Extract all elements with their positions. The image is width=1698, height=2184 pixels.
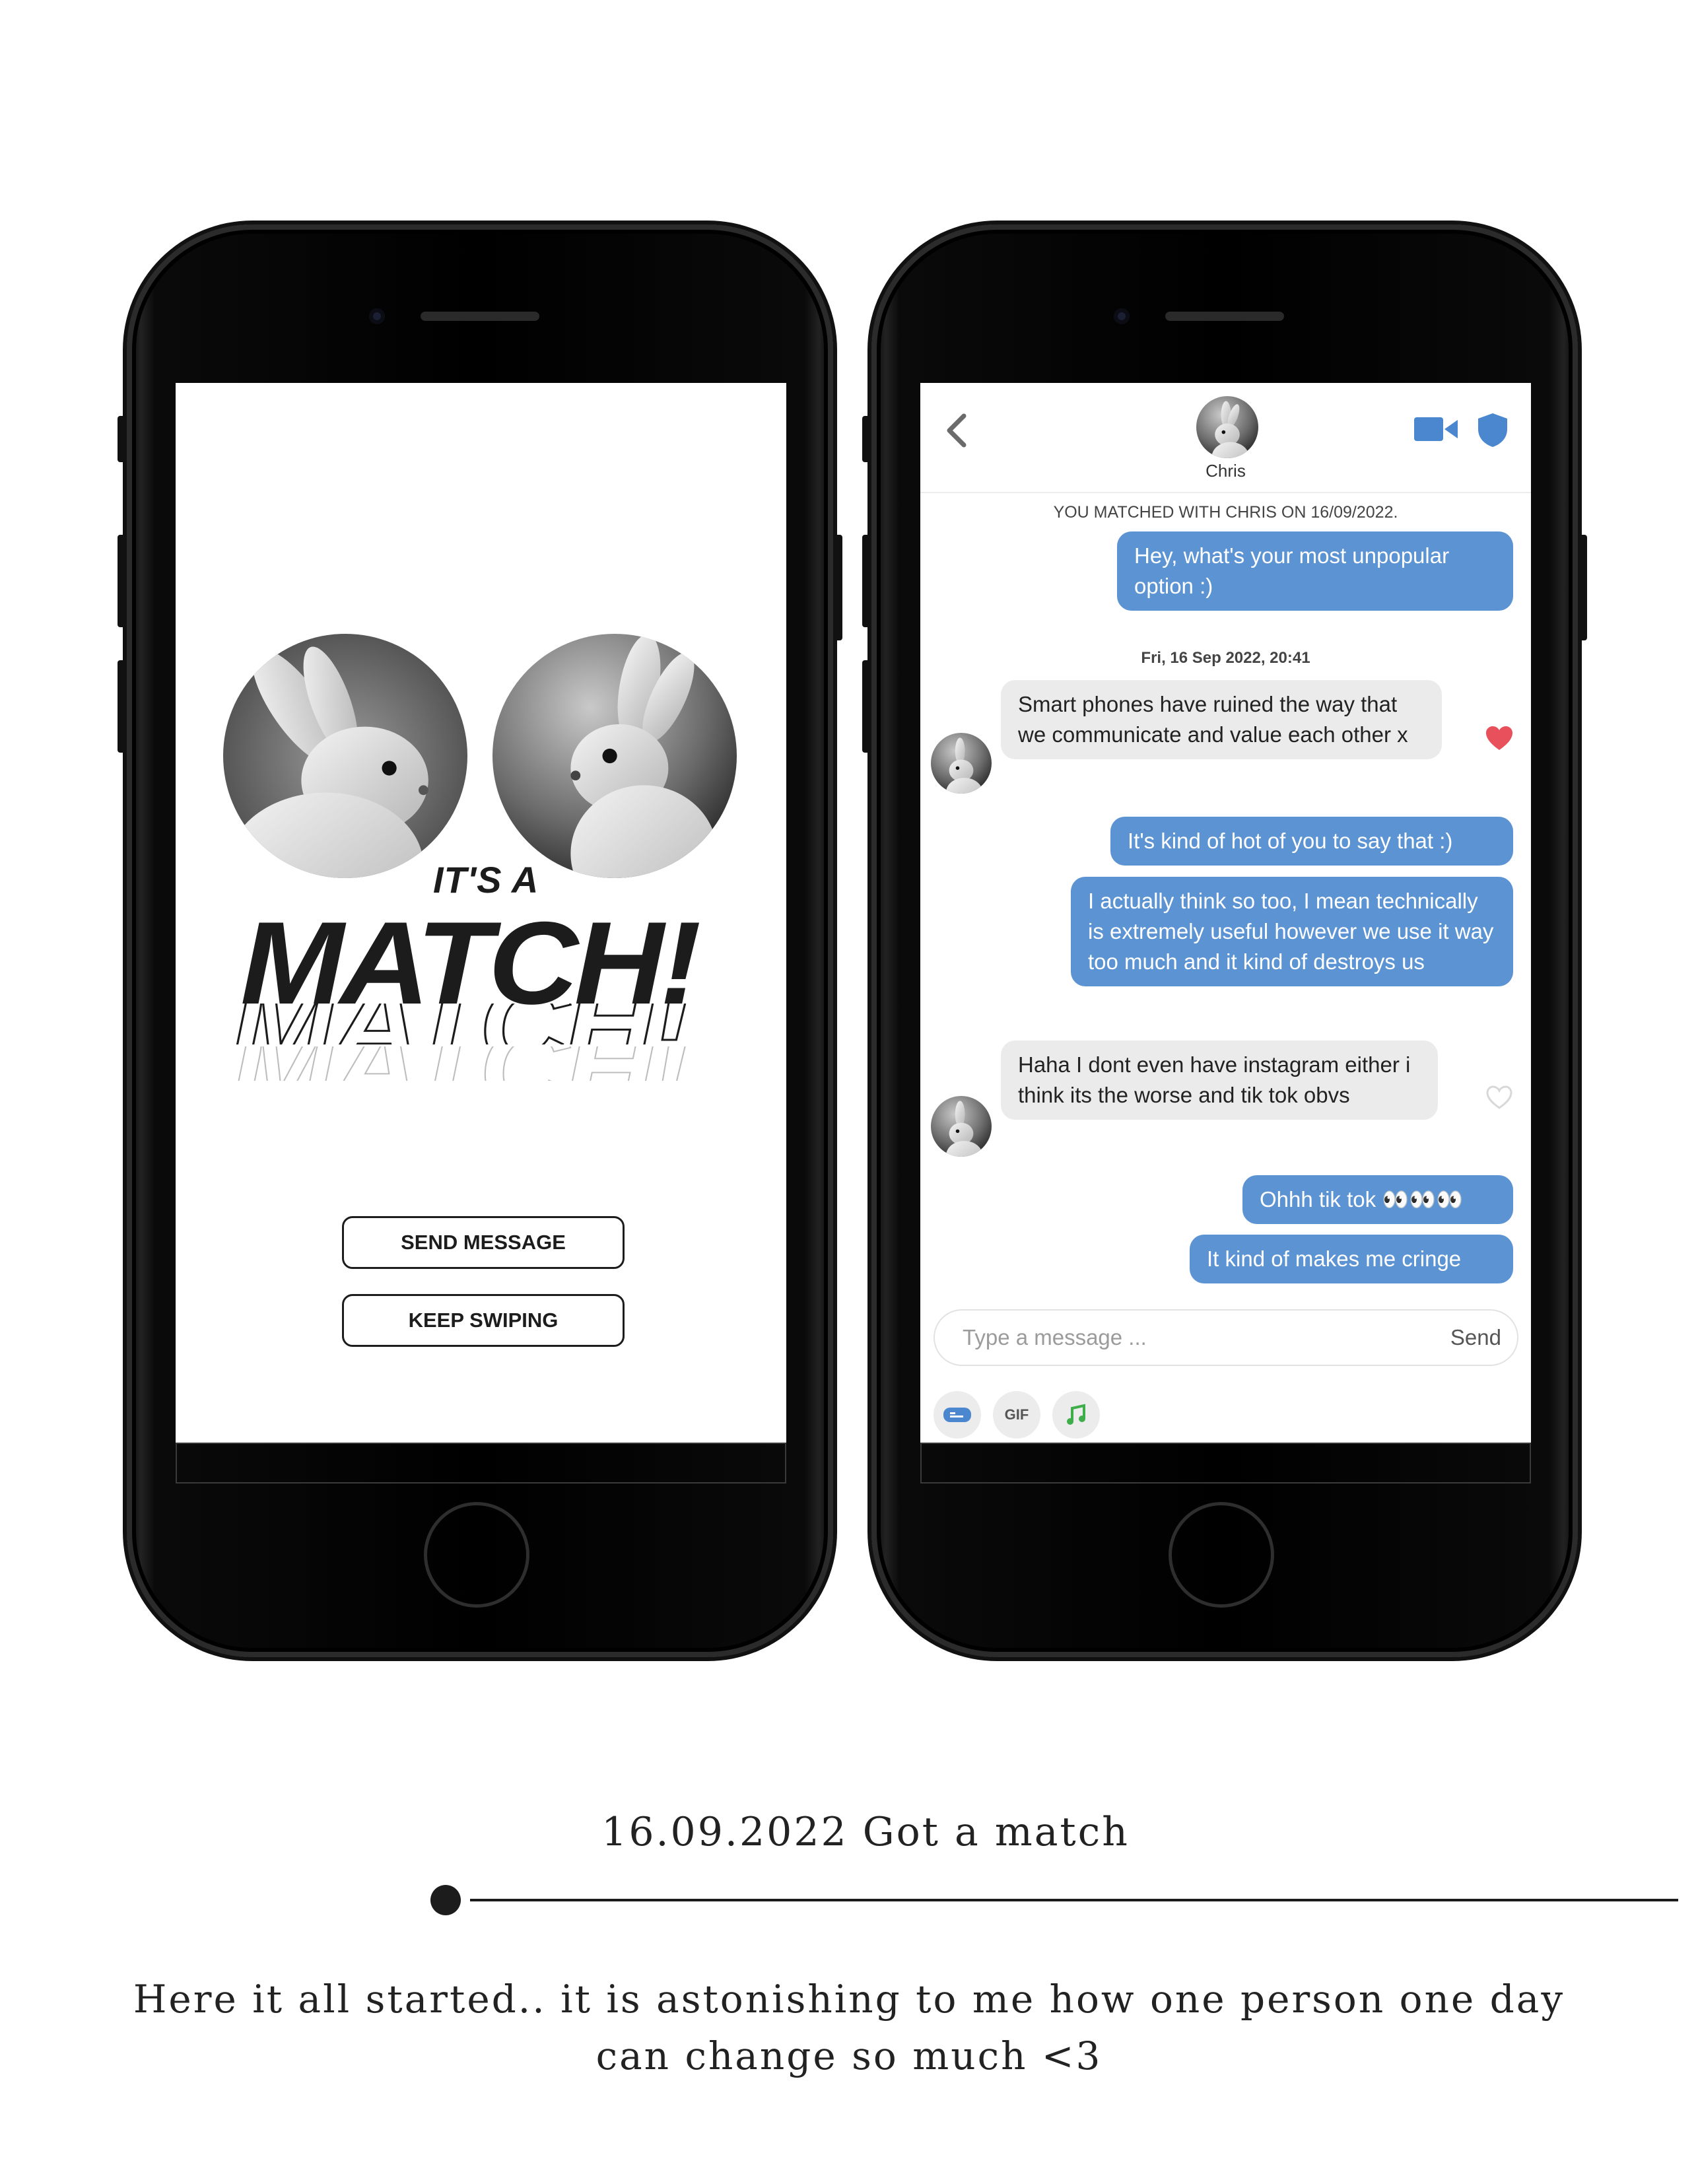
front-camera <box>1114 308 1130 324</box>
back-chevron-icon[interactable] <box>940 411 973 450</box>
safety-shield-icon[interactable] <box>1477 412 1509 448</box>
message-bubble-out[interactable]: Hey, what's your most unpopular option :… <box>1117 531 1513 611</box>
contact-avatar-small[interactable] <box>931 1096 992 1157</box>
matched-notice: YOU MATCHED WITH CHRIS ON 16/09/2022. <box>1053 503 1398 522</box>
chat-phone: Chris YOU MATCHED WITH CHRIS ON 16/09/20… <box>862 224 1587 1657</box>
match-heading-echo-faint: MATCH! <box>231 1046 749 1081</box>
music-note-icon <box>1067 1404 1085 1425</box>
message-bubble-out[interactable]: It's kind of hot of you to say that :) <box>1110 817 1513 866</box>
power-button <box>834 535 842 640</box>
home-button[interactable] <box>1169 1502 1274 1608</box>
gif-label: GIF <box>1004 1406 1029 1423</box>
message-bubble-out[interactable]: It kind of makes me cringe <box>1190 1235 1513 1283</box>
send-button[interactable]: Send <box>1450 1325 1501 1350</box>
sticker-button[interactable] <box>934 1391 981 1439</box>
volume-down-button <box>118 660 125 753</box>
caption-body: Here it all started.. it is astonishing … <box>133 1977 1565 2078</box>
screen-bezel-strip <box>920 1443 1531 1484</box>
earpiece-speaker <box>1165 312 1284 321</box>
message-timestamp: Fri, 16 Sep 2022, 20:41 <box>1141 649 1310 667</box>
sticker-icon <box>943 1408 971 1422</box>
front-camera <box>369 308 385 324</box>
message-bubble-out[interactable]: I actually think so too, I mean technica… <box>1071 877 1513 986</box>
earpiece-speaker <box>421 312 539 321</box>
caption-title: 16.09.2022 Got a match <box>601 1809 1130 1855</box>
video-call-icon[interactable] <box>1414 416 1458 442</box>
match-photo-left <box>223 634 467 878</box>
mute-switch <box>118 416 125 462</box>
contact-avatar-small[interactable] <box>931 733 992 794</box>
chat-header: Chris <box>920 383 1531 493</box>
gif-button[interactable]: GIF <box>993 1391 1040 1439</box>
volume-down-button <box>862 660 870 753</box>
contact-name: Chris <box>1206 461 1246 481</box>
match-heading-echo: MATCH! <box>231 1004 749 1044</box>
mute-switch <box>862 416 870 462</box>
heart-outline-icon[interactable] <box>1485 1084 1514 1110</box>
volume-up-button <box>862 535 870 627</box>
volume-up-button <box>118 535 125 627</box>
home-button[interactable] <box>424 1502 529 1608</box>
heart-icon[interactable] <box>1485 725 1514 751</box>
chat-screen: Chris YOU MATCHED WITH CHRIS ON 16/09/20… <box>920 383 1531 1443</box>
message-bubble-out[interactable]: Ohhh tik tok 👀👀👀 <box>1242 1175 1513 1224</box>
message-input-placeholder: Type a message ... <box>963 1325 1147 1349</box>
screen-bezel-strip <box>176 1443 786 1484</box>
match-phone: IT'S A MATCH! MATCH! MATCH! SEND MESSAGE… <box>118 224 842 1657</box>
contact-avatar[interactable] <box>1196 396 1258 458</box>
message-bubble-in[interactable]: Smart phones have ruined the way that we… <box>1001 680 1442 759</box>
message-input[interactable]: Type a message ... Send <box>934 1309 1518 1366</box>
send-message-button[interactable]: SEND MESSAGE <box>342 1216 625 1269</box>
its-a-heading: IT'S A <box>433 859 539 901</box>
keep-swiping-button[interactable]: KEEP SWIPING <box>342 1294 625 1347</box>
match-screen: IT'S A MATCH! MATCH! MATCH! SEND MESSAGE… <box>176 383 786 1443</box>
match-photo-right <box>492 634 737 878</box>
power-button <box>1579 535 1587 640</box>
timeline-dot <box>430 1885 461 1915</box>
timeline-line <box>470 1899 1678 1901</box>
music-button[interactable] <box>1052 1391 1100 1439</box>
message-bubble-in[interactable]: Haha I dont even have instagram either i… <box>1001 1041 1438 1120</box>
